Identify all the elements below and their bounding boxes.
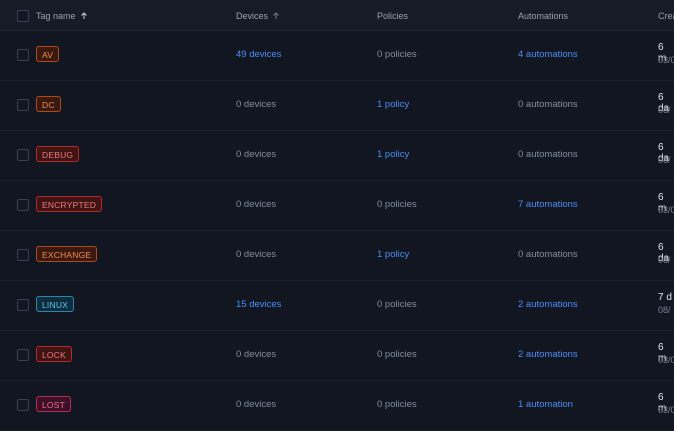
table-row[interactable]: DC 0 devices 1 policy 0 automations 6 da 08/ bbox=[0, 80, 674, 131]
automations-count-link[interactable]: 4 automations bbox=[518, 49, 578, 60]
created-relative: 7 d bbox=[658, 292, 672, 303]
tag-badge[interactable]: EXCHANGE bbox=[36, 246, 98, 262]
table-row[interactable]: LINUX 15 devices 0 policies 2 automations 7 … bbox=[0, 280, 674, 331]
table-header: Tag name Devices Policies Automations Cr… bbox=[0, 0, 674, 31]
table-row[interactable]: ENCRYPTED 0 devices 0 policies 7 automation… bbox=[0, 180, 674, 231]
policies-count: 0 policies bbox=[377, 49, 417, 60]
row-checkbox[interactable] bbox=[17, 199, 29, 211]
select-all-checkbox[interactable] bbox=[17, 10, 29, 22]
row-checkbox[interactable] bbox=[17, 99, 29, 111]
sort-ascending-icon bbox=[80, 12, 87, 19]
tag-badge[interactable]: LOCK bbox=[36, 346, 72, 362]
policies-count-link[interactable]: 1 policy bbox=[377, 249, 409, 260]
policies-count-link[interactable]: 1 policy bbox=[377, 99, 409, 110]
automations-count-link[interactable]: 7 automations bbox=[518, 199, 578, 210]
column-header-tag-name[interactable]: Tag name bbox=[36, 11, 88, 21]
created-date: 03/0 bbox=[658, 405, 674, 415]
tag-badge[interactable]: DC bbox=[36, 96, 61, 112]
devices-count-link[interactable]: 49 devices bbox=[236, 49, 281, 60]
policies-count: 0 policies bbox=[377, 349, 417, 360]
automations-count: 0 automations bbox=[518, 99, 578, 110]
created-date: 08/ bbox=[658, 255, 671, 265]
created-date: 08/ bbox=[658, 305, 671, 315]
row-checkbox[interactable] bbox=[17, 249, 29, 261]
row-checkbox[interactable] bbox=[17, 299, 29, 311]
policies-count: 0 policies bbox=[377, 399, 417, 410]
devices-count: 0 devices bbox=[236, 199, 277, 210]
table-row[interactable]: EXCHANGE 0 devices 1 policy 0 automations 6 … bbox=[0, 230, 674, 281]
created-date: 03/0 bbox=[658, 355, 674, 365]
policies-count: 0 policies bbox=[377, 299, 417, 310]
devices-count-link[interactable]: 15 devices bbox=[236, 299, 281, 310]
created-date: 03/0 bbox=[658, 205, 674, 215]
automations-count: 0 automations bbox=[518, 249, 578, 260]
devices-count: 0 devices bbox=[236, 399, 277, 410]
devices-count: 0 devices bbox=[236, 99, 277, 110]
devices-count: 0 devices bbox=[236, 349, 277, 360]
tag-badge[interactable]: LOST bbox=[36, 396, 72, 412]
row-checkbox[interactable] bbox=[17, 399, 29, 411]
tag-badge[interactable]: DEBUG bbox=[36, 146, 80, 162]
table-row[interactable]: AV 49 devices 0 policies 4 automations 6 m 03… bbox=[0, 30, 674, 81]
created-date: 08/ bbox=[658, 155, 671, 165]
table-row[interactable]: LOCK 0 devices 0 policies 2 automations 6 m0… bbox=[0, 330, 674, 381]
tag-badge[interactable]: ENCRYPTED bbox=[36, 196, 103, 212]
row-checkbox[interactable] bbox=[17, 49, 29, 61]
column-header-devices-label: Devices bbox=[236, 11, 269, 21]
created-date: 03/0 bbox=[658, 55, 674, 65]
tag-badge[interactable]: AV bbox=[36, 46, 60, 62]
policies-count: 0 policies bbox=[377, 199, 417, 210]
table-row[interactable]: DEBUG 0 devices 1 policy 0 automations 6 da 0… bbox=[0, 130, 674, 181]
row-checkbox[interactable] bbox=[17, 349, 29, 361]
column-header-policies[interactable]: Policies bbox=[377, 11, 408, 21]
tag-badge[interactable]: LINUX bbox=[36, 296, 75, 312]
automations-count-link[interactable]: 1 automation bbox=[518, 399, 573, 410]
devices-count: 0 devices bbox=[236, 149, 277, 160]
created-date: 08/ bbox=[658, 105, 671, 115]
table-row[interactable]: LOST 0 devices 0 policies 1 automation 6 m 03… bbox=[0, 380, 674, 431]
sort-ascending-icon bbox=[273, 12, 279, 19]
column-header-automations[interactable]: Automations bbox=[518, 11, 568, 21]
column-header-devices[interactable]: Devices bbox=[236, 11, 280, 21]
automations-count-link[interactable]: 2 automations bbox=[518, 349, 578, 360]
policies-count-link[interactable]: 1 policy bbox=[377, 149, 409, 160]
column-header-tag-name-label: Tag name bbox=[36, 11, 76, 21]
column-header-created[interactable]: Crea bbox=[658, 11, 674, 21]
automations-count-link[interactable]: 2 automations bbox=[518, 299, 578, 310]
row-checkbox[interactable] bbox=[17, 149, 29, 161]
devices-count: 0 devices bbox=[236, 249, 277, 260]
automations-count: 0 automations bbox=[518, 149, 578, 160]
